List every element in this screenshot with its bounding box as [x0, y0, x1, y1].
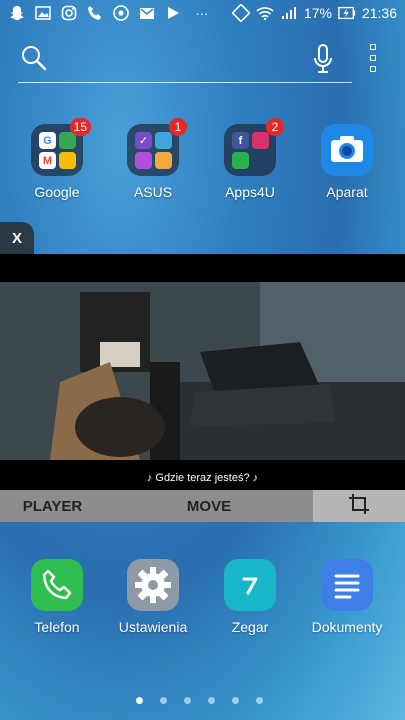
app-telefon[interactable]: Telefon — [17, 559, 97, 635]
documents-icon — [321, 559, 373, 611]
crop-icon — [348, 493, 370, 519]
clock: 21:36 — [361, 5, 397, 21]
snapchat-icon — [8, 4, 26, 22]
close-player-button[interactable]: X — [0, 222, 34, 254]
app-label: Google — [34, 184, 80, 200]
battery-percent: 17% — [303, 5, 332, 21]
notification-badge: 15 — [69, 118, 91, 136]
apps4u-folder-icon: f 2 — [224, 118, 284, 176]
page-dot[interactable] — [160, 697, 167, 704]
app-label: Dokumenty — [311, 619, 383, 635]
call-icon — [86, 4, 104, 22]
page-dot[interactable] — [208, 697, 215, 704]
chrome-icon — [112, 4, 130, 22]
app-aparat[interactable]: Aparat — [307, 124, 387, 200]
crop-button[interactable] — [313, 490, 405, 522]
gallery-icon — [34, 4, 52, 22]
play-store-icon — [164, 4, 182, 22]
asus-folder-icon: ✓ 1 — [127, 118, 187, 176]
page-indicator[interactable] — [136, 697, 263, 704]
gmail-icon — [138, 4, 156, 22]
notification-badge: 2 — [266, 118, 284, 136]
app-dokumenty[interactable]: Dokumenty — [307, 559, 387, 635]
camera-icon — [321, 124, 373, 176]
status-bar: ··· 17% 21:36 — [0, 0, 405, 28]
app-label: ASUS — [133, 184, 173, 200]
video-frame[interactable] — [0, 282, 405, 460]
app-label: Ustawienia — [118, 619, 188, 635]
app-label: Zegar — [231, 619, 269, 635]
settings-gear-icon — [127, 559, 179, 611]
launcher-menu-icon[interactable] — [368, 44, 378, 72]
page-dot[interactable] — [184, 697, 191, 704]
app-apps4u-folder[interactable]: f 2 Apps4U — [210, 118, 290, 200]
microphone-icon[interactable] — [312, 44, 334, 79]
floating-video-player[interactable]: ♪ Gdzie teraz jesteś? ♪ — [0, 254, 405, 522]
app-label: Telefon — [34, 619, 80, 635]
app-label: Apps4U — [225, 184, 275, 200]
search-icon[interactable] — [20, 44, 48, 77]
app-google-folder[interactable]: G M 15 Google — [17, 118, 97, 200]
app-zegar[interactable]: Zegar — [210, 559, 290, 635]
signal-icon — [280, 4, 298, 22]
instagram-icon — [60, 4, 78, 22]
phone-icon — [31, 559, 83, 611]
notification-badge: 1 — [169, 118, 187, 136]
page-dot[interactable] — [136, 697, 143, 704]
page-dot[interactable] — [256, 697, 263, 704]
wifi-icon — [256, 4, 274, 22]
google-search-bar[interactable] — [18, 38, 352, 83]
google-folder-icon: G M 15 — [31, 118, 91, 176]
move-button[interactable]: MOVE — [105, 490, 313, 522]
video-subtitle: ♪ Gdzie teraz jesteś? ♪ — [146, 472, 259, 484]
app-asus-folder[interactable]: ✓ 1 ASUS — [113, 118, 193, 200]
player-button[interactable]: PLAYER — [0, 490, 105, 522]
player-controls: PLAYER MOVE — [0, 490, 405, 522]
battery-charging-icon — [338, 4, 356, 22]
app-ustawienia[interactable]: Ustawienia — [113, 559, 193, 635]
more-notifications-icon: ··· — [195, 5, 209, 21]
page-dot[interactable] — [232, 697, 239, 704]
clock-icon — [224, 559, 276, 611]
rotate-icon — [231, 4, 250, 22]
app-label: Aparat — [326, 184, 368, 200]
